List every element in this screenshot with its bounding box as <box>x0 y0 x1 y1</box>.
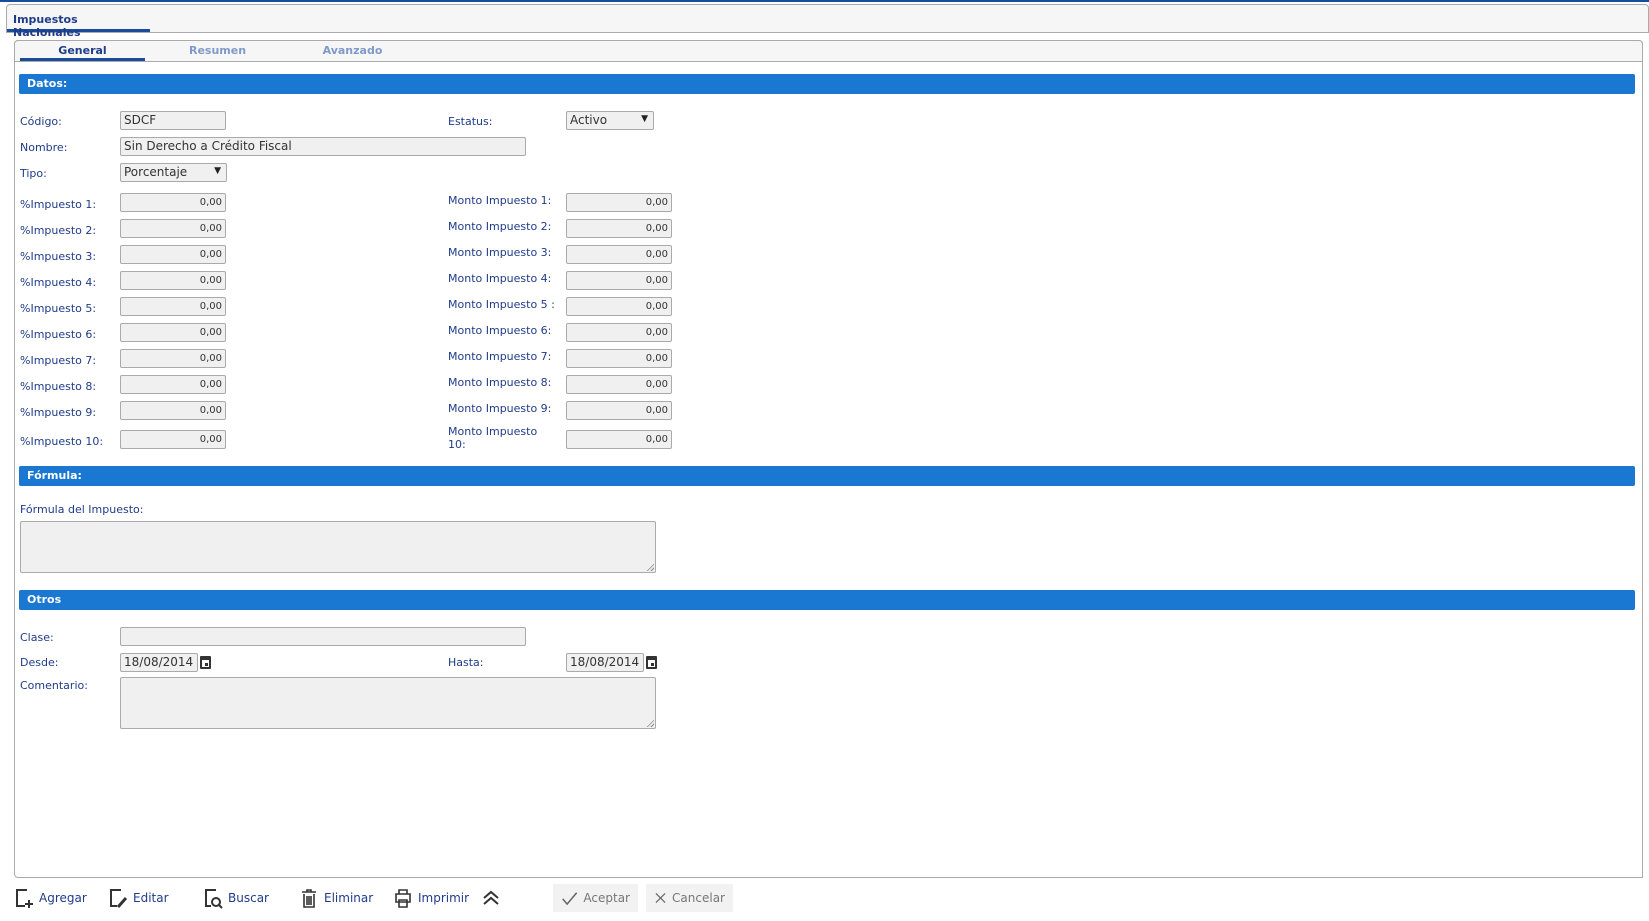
pct-impuesto-input[interactable]: 0,00 <box>120 193 226 212</box>
pct-impuesto-label: %Impuesto 5: <box>20 302 97 315</box>
comentario-label: Comentario: <box>20 679 88 692</box>
pct-impuesto-input[interactable]: 0,00 <box>120 297 226 316</box>
formula-label: Fórmula del Impuesto: <box>20 503 144 516</box>
tipo-select[interactable]: Porcentaje <box>120 163 227 182</box>
cancelar-button[interactable]: Cancelar <box>646 884 733 912</box>
formula-textarea[interactable] <box>20 521 656 573</box>
resize-grip[interactable] <box>646 719 654 727</box>
tab-general[interactable]: General <box>20 42 145 61</box>
estatus-select[interactable]: Activo <box>566 111 654 130</box>
monto-impuesto-input[interactable]: 0,00 <box>566 430 672 449</box>
window-tab-bar <box>6 4 1649 33</box>
monto-impuesto-input[interactable]: 0,00 <box>566 401 672 420</box>
pct-impuesto-label: %Impuesto 1: <box>20 198 97 211</box>
tipo-value: Porcentaje <box>124 165 188 179</box>
pct-impuesto-label: %Impuesto 9: <box>20 406 97 419</box>
codigo-label: Código: <box>20 115 62 128</box>
monto-impuesto-input[interactable]: 0,00 <box>566 245 672 264</box>
calendar-icon[interactable] <box>200 656 211 669</box>
aceptar-label: Aceptar <box>583 891 630 905</box>
pct-impuesto-input[interactable]: 0,00 <box>120 349 226 368</box>
section-datos: Datos: <box>19 74 1635 94</box>
comentario-textarea[interactable] <box>120 677 656 729</box>
monto-impuesto-input[interactable]: 0,00 <box>566 323 672 342</box>
cancelar-label: Cancelar <box>672 891 725 905</box>
eliminar-button[interactable]: Eliminar <box>299 884 373 912</box>
monto-impuesto-input[interactable]: 0,00 <box>566 349 672 368</box>
tipo-label: Tipo: <box>20 167 47 180</box>
editar-label: Editar <box>133 891 169 905</box>
pct-impuesto-input[interactable]: 0,00 <box>120 401 226 420</box>
search-icon <box>205 889 223 909</box>
nombre-label: Nombre: <box>20 141 68 154</box>
aceptar-button[interactable]: Aceptar <box>553 884 638 912</box>
section-otros: Otros <box>19 590 1635 610</box>
monto-impuesto-label: Monto Impuesto 10: <box>448 425 538 451</box>
editar-button[interactable]: Editar <box>108 884 169 912</box>
pct-impuesto-input[interactable]: 0,00 <box>120 245 226 264</box>
edit-icon <box>110 889 128 908</box>
imprimir-button[interactable]: Imprimir <box>393 884 469 912</box>
add-icon <box>16 889 33 908</box>
estatus-value: Activo <box>570 113 608 127</box>
pct-impuesto-input[interactable]: 0,00 <box>120 323 226 342</box>
pct-impuesto-input[interactable]: 0,00 <box>120 271 226 290</box>
tab-impuestos-nacionales[interactable]: Impuestos Nacionales <box>7 8 150 39</box>
top-border <box>0 0 1649 2</box>
double-chevron-up-icon <box>483 890 499 905</box>
pct-impuesto-label: %Impuesto 7: <box>20 354 97 367</box>
monto-impuesto-input[interactable]: 0,00 <box>566 219 672 238</box>
clase-label: Clase: <box>20 631 54 644</box>
agregar-button[interactable]: Agregar <box>14 884 87 912</box>
agregar-label: Agregar <box>39 891 87 905</box>
monto-impuesto-input[interactable]: 0,00 <box>566 193 672 212</box>
calendar-icon[interactable] <box>646 656 657 669</box>
form-panel <box>14 40 1643 878</box>
clase-input[interactable] <box>120 627 526 646</box>
pct-impuesto-label: %Impuesto 8: <box>20 380 97 393</box>
pct-impuesto-label: %Impuesto 4: <box>20 276 97 289</box>
estatus-label: Estatus: <box>448 115 493 128</box>
resize-grip[interactable] <box>646 563 654 571</box>
hasta-label: Hasta: <box>448 656 484 669</box>
buscar-button[interactable]: Buscar <box>203 884 269 912</box>
pct-impuesto-label: %Impuesto 3: <box>20 250 97 263</box>
desde-label: Desde: <box>20 656 59 669</box>
monto-impuesto-input[interactable]: 0,00 <box>566 297 672 316</box>
pct-impuesto-label: %Impuesto 10: <box>20 435 104 448</box>
pct-impuesto-input[interactable]: 0,00 <box>120 430 226 449</box>
pct-impuesto-input[interactable]: 0,00 <box>120 219 226 238</box>
pct-impuesto-input[interactable]: 0,00 <box>120 375 226 394</box>
monto-impuesto-input[interactable]: 0,00 <box>566 271 672 290</box>
close-icon <box>655 893 666 903</box>
check-icon <box>562 892 578 906</box>
nombre-input[interactable]: Sin Derecho a Crédito Fiscal <box>120 137 526 156</box>
desde-input[interactable]: 18/08/2014 <box>120 653 198 672</box>
hasta-input[interactable]: 18/08/2014 <box>566 653 644 672</box>
collapse-button[interactable] <box>481 884 501 912</box>
tab-resumen[interactable]: Resumen <box>155 42 280 61</box>
buscar-label: Buscar <box>228 891 269 905</box>
trash-icon <box>302 889 316 908</box>
codigo-input[interactable]: SDCF <box>120 111 226 130</box>
print-icon <box>395 889 411 908</box>
eliminar-label: Eliminar <box>324 891 374 905</box>
pct-impuesto-label: %Impuesto 2: <box>20 224 97 237</box>
monto-impuesto-input[interactable]: 0,00 <box>566 375 672 394</box>
section-formula: Fórmula: <box>19 466 1635 486</box>
imprimir-label: Imprimir <box>418 891 470 905</box>
pct-impuesto-label: %Impuesto 6: <box>20 328 97 341</box>
tab-avanzado[interactable]: Avanzado <box>290 42 415 61</box>
